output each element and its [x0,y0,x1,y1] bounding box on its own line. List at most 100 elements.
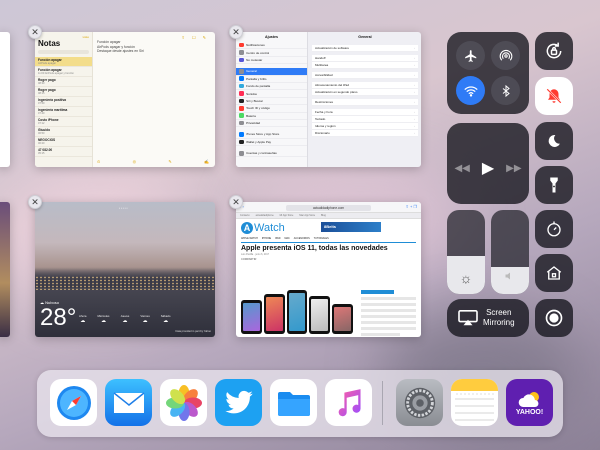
settings-sidebar-item[interactable]: Cuentas y contraseñas [236,150,307,158]
volume-slider[interactable] [491,210,529,294]
settings-sidebar-item[interactable]: Siri y Buscar [236,98,307,106]
draw-icon[interactable]: ✎ [168,159,171,164]
settings-row[interactable]: Diccionario › [312,130,418,137]
home-button[interactable] [535,254,573,292]
note-list-item[interactable]: Roger pago 08:30 [35,77,92,87]
settings-row[interactable]: Idioma y región › [312,123,418,130]
settings-sidebar-item[interactable]: Centro de control [236,49,307,57]
ad-banner[interactable]: 8Belts [321,222,381,232]
settings-row[interactable]: Restricciones › [312,99,418,106]
article-headline[interactable]: Apple presenta iOS 11, todas las novedad… [241,245,416,252]
site-nav-item[interactable]: APPLE WATCH [241,237,258,242]
settings-sidebar-item[interactable]: Notificaciones [236,42,307,50]
setting-icon [239,120,244,126]
files-app-icon[interactable] [270,379,317,426]
settings-sidebar-item[interactable]: Wallet y Apple Pay [236,139,307,147]
settings-sidebar-item[interactable]: General [236,68,307,76]
brightness-slider[interactable]: ☼ [447,210,485,294]
note-list-item[interactable]: Función apagar 11:00 AirPods apagar y fu… [35,67,92,77]
note-list-item[interactable]: Función apagar AirPods apagar [35,57,92,67]
note-list-item[interactable]: NEGOCIOS 06:20 [35,137,92,147]
chevron-right-icon: › [414,73,415,77]
notes-app-card[interactable]: Listo Notas Función apagar AirPods apaga… [35,32,215,167]
mute-button[interactable] [535,77,573,115]
settings-app-card[interactable]: Ajustes Notificaciones Centro de control… [236,32,421,167]
settings-row[interactable]: Actualización de software › [312,45,418,52]
checklist-icon[interactable]: ⊙ [97,159,100,164]
notes-done-link[interactable]: Listo [35,32,92,39]
airplane-mode-icon[interactable] [456,41,485,70]
settings-sidebar-item[interactable]: iTunes Store y App Store [236,131,307,139]
site-nav-item[interactable]: MAC [284,237,289,242]
camera-icon[interactable]: ◎ [133,159,137,164]
close-settings-icon[interactable]: ✕ [229,25,243,39]
partial-app-card[interactable] [0,202,10,337]
yahoo-weather-app-icon[interactable]: YAHOO! [506,379,553,426]
screen-mirroring-button[interactable]: Screen Mirroring [447,299,529,337]
notes-app-icon[interactable] [451,379,498,426]
close-safari-icon[interactable]: ✕ [229,195,243,209]
safari-app-card[interactable]: ‹ › actualidadiphone.com ⇪ + ❐ Contacto a… [236,202,421,337]
timer-button[interactable] [535,210,573,248]
settings-row[interactable]: Actualización en segundo plano › [312,89,418,96]
partial-app-card[interactable] [0,32,10,167]
favorite-tab[interactable]: Contacto [240,214,250,217]
tabs-icon[interactable]: ⇪ + ❐ [406,204,418,209]
site-nav-item[interactable]: IPHONE [262,237,271,242]
twitter-app-icon[interactable] [215,379,262,426]
wifi-icon[interactable] [456,76,485,105]
media-module: ◀◀ ▶ ▶▶ [447,123,529,204]
close-notes-icon[interactable]: ✕ [28,25,42,39]
favorite-tab[interactable]: actualidadiphone [256,214,274,217]
settings-sidebar-item[interactable]: Pantalla y brillo [236,76,307,83]
settings-row[interactable]: Handoff › [312,55,418,62]
note-list-item[interactable]: 47 082.00 05:15 [35,147,92,157]
notes-search-input[interactable] [38,50,89,54]
note-list-item[interactable]: Roger pago 08:15 [35,87,92,97]
site-nav-item[interactable]: ACCESORIOS [294,237,310,242]
settings-sidebar-item[interactable]: Touch ID y código [236,105,307,113]
settings-sidebar-item[interactable]: Privacidad [236,120,307,128]
settings-row[interactable]: Fecha y hora › [312,109,418,116]
previous-track-icon[interactable]: ◀◀ [454,163,469,174]
cloud-icon: ☁ [163,318,169,324]
rotation-lock-button[interactable] [535,32,573,70]
do-not-disturb-button[interactable] [535,122,573,160]
flashlight-button[interactable] [535,166,573,204]
settings-sidebar-item[interactable]: No molestar [236,57,307,65]
bluetooth-icon[interactable] [491,76,520,105]
favorite-tab[interactable]: Blog [321,214,326,217]
weather-app-card[interactable]: • • • • • ☁ Nuboso 28° Ahora ☁ Miércoles … [35,202,215,337]
site-nav-item[interactable]: IPAD [275,237,280,242]
settings-app-icon[interactable] [396,379,443,426]
close-weather-icon[interactable]: ✕ [28,195,42,209]
play-icon[interactable]: ▶ [482,158,494,178]
compose-icon[interactable]: ✍ [204,159,209,164]
music-app-icon[interactable] [325,379,372,426]
mail-app-icon[interactable] [105,379,152,426]
safari-url-field[interactable]: actualidadiphone.com [286,204,371,211]
settings-row[interactable]: Multitarea › [312,62,418,69]
favorite-tab[interactable]: Mac App Store [299,214,315,217]
notes-bottom-toolbar[interactable]: ⊙ ◎ ✎ ✍ [97,159,209,164]
site-nav-item[interactable]: TUTORIALES [314,237,329,242]
photos-app-icon[interactable] [160,379,207,426]
settings-sidebar-item[interactable]: Batería [236,113,307,120]
settings-sidebar-item[interactable]: Fondo de pantalla [236,83,307,91]
settings-row[interactable]: Almacenamiento del iPad › [312,82,418,89]
settings-row[interactable]: Accesibilidad › [312,72,418,79]
note-list-item[interactable]: Ingeniería positiva 07:50 [35,97,92,107]
next-track-icon[interactable]: ▶▶ [506,163,521,174]
note-list-item[interactable]: Ingeniería maritima 07:40 [35,107,92,117]
airdrop-icon[interactable] [491,41,520,70]
screen-recording-button[interactable] [535,299,573,337]
settings-sidebar-item[interactable]: Sonidos [236,90,307,98]
settings-item-label: Batería [246,113,256,118]
note-list-item[interactable]: Gluuido 06:50 [35,127,92,137]
settings-group: Handoff › Multitarea › [312,55,418,69]
safari-app-icon[interactable] [50,379,97,426]
article-image[interactable] [241,288,353,334]
favorite-tab[interactable]: Mi App Store [280,214,294,217]
note-list-item[interactable]: Costo iPhone 07:12 [35,117,92,127]
settings-row[interactable]: Teclado › [312,116,418,123]
